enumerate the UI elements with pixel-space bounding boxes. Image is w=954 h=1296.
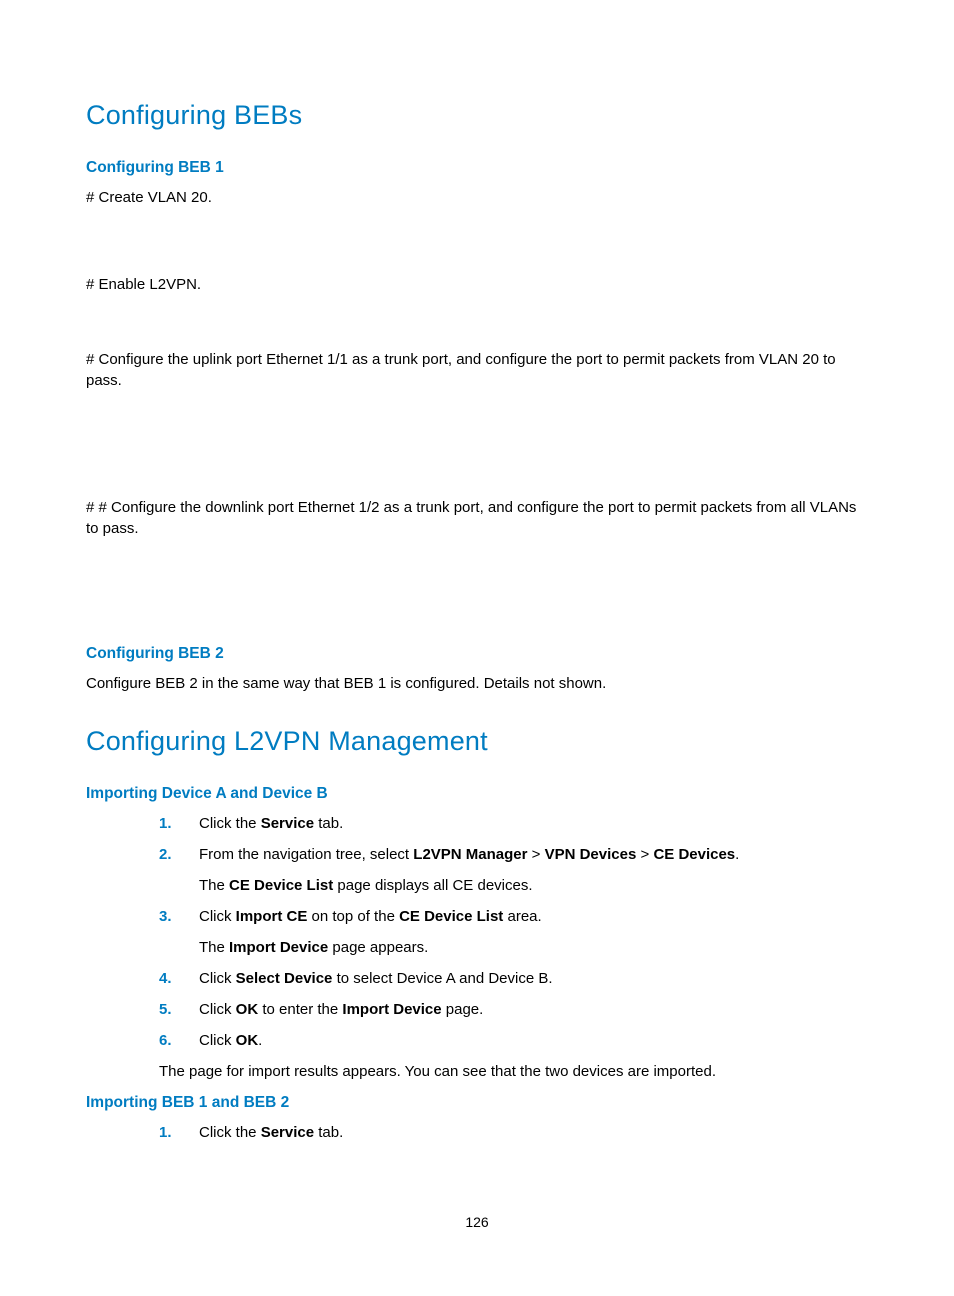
beb1-step-uplink: # Configure the uplink port Ethernet 1/1… [86, 349, 872, 391]
heading-configuring-beb1: Configuring BEB 1 [86, 159, 872, 177]
text: tab. [314, 1124, 343, 1141]
step-number: 1. [159, 1124, 199, 1141]
bold-text: Service [261, 1124, 314, 1141]
spacer [86, 399, 872, 497]
step2-sub: The CE Device List page displays all CE … [199, 875, 872, 896]
bold-text: L2VPN Manager [413, 846, 527, 863]
text: Click [199, 1001, 236, 1018]
text: to select Device A and Device B. [332, 970, 552, 987]
list-item: 6. Click OK. [159, 1030, 872, 1051]
step-text: Click OK. [199, 1030, 262, 1051]
steps-import-ab-cont2: 4. Click Select Device to select Device … [159, 968, 872, 1051]
step-number: 2. [159, 846, 199, 863]
step-number: 4. [159, 970, 199, 987]
list-item: 3. Click Import CE on top of the CE Devi… [159, 906, 872, 927]
text: page appears. [328, 939, 428, 956]
beb2-note: Configure BEB 2 in the same way that BEB… [86, 673, 872, 694]
bold-text: CE Devices [653, 846, 735, 863]
list-item: 4. Click Select Device to select Device … [159, 968, 872, 989]
step-text: Click the Service tab. [199, 1122, 343, 1143]
text: The [199, 877, 229, 894]
text: Click [199, 1032, 236, 1049]
text: . [735, 846, 739, 863]
steps-import-ab: 1. Click the Service tab. 2. From the na… [159, 813, 872, 865]
list-item: 1. Click the Service tab. [159, 1122, 872, 1143]
text: Click the [199, 1124, 261, 1141]
list-item: 1. Click the Service tab. [159, 813, 872, 834]
heading-configuring-beb2: Configuring BEB 2 [86, 645, 872, 663]
step-text: Click OK to enter the Import Device page… [199, 999, 483, 1020]
step-text: Click Import CE on top of the CE Device … [199, 906, 542, 927]
bold-text: Import CE [236, 908, 308, 925]
text: page. [442, 1001, 484, 1018]
spacer [86, 702, 872, 726]
text: tab. [314, 815, 343, 832]
step-text: Click the Service tab. [199, 813, 343, 834]
text: > [527, 846, 544, 863]
list-item: 5. Click OK to enter the Import Device p… [159, 999, 872, 1020]
step-text: From the navigation tree, select L2VPN M… [199, 844, 739, 865]
text: page displays all CE devices. [333, 877, 532, 894]
bold-text: OK [236, 1001, 259, 1018]
text: The [199, 939, 229, 956]
step3-sub: The Import Device page appears. [199, 937, 872, 958]
steps-import-ab-cont: 3. Click Import CE on top of the CE Devi… [159, 906, 872, 927]
text: to enter the [258, 1001, 342, 1018]
bold-text: Service [261, 815, 314, 832]
steps-import-beb: 1. Click the Service tab. [159, 1122, 872, 1143]
bold-text: Import Device [342, 1001, 441, 1018]
page-content: Configuring BEBs Configuring BEB 1 # Cre… [0, 0, 954, 1143]
beb1-step-downlink: # # Configure the downlink port Ethernet… [86, 497, 872, 539]
import-result-note: The page for import results appears. You… [159, 1061, 872, 1082]
text: on top of the [307, 908, 399, 925]
text: From the navigation tree, select [199, 846, 413, 863]
step-number: 1. [159, 815, 199, 832]
page-number: 126 [0, 1214, 954, 1230]
heading-configuring-l2vpn: Configuring L2VPN Management [86, 726, 872, 757]
text: Click [199, 908, 236, 925]
beb1-step-enable-l2vpn: # Enable L2VPN. [86, 274, 872, 295]
beb1-step-create-vlan: # Create VLAN 20. [86, 187, 872, 208]
bold-text: CE Device List [399, 908, 503, 925]
step-number: 6. [159, 1032, 199, 1049]
heading-importing-device-ab: Importing Device A and Device B [86, 785, 872, 803]
text: . [258, 1032, 262, 1049]
step-number: 5. [159, 1001, 199, 1018]
step-number: 3. [159, 908, 199, 925]
spacer [86, 303, 872, 349]
text: Click [199, 970, 236, 987]
heading-importing-beb12: Importing BEB 1 and BEB 2 [86, 1094, 872, 1112]
heading-configuring-bebs: Configuring BEBs [86, 100, 872, 131]
bold-text: VPN Devices [545, 846, 637, 863]
bold-text: Import Device [229, 939, 328, 956]
spacer [86, 216, 872, 274]
text: area. [503, 908, 541, 925]
text: > [636, 846, 653, 863]
bold-text: OK [236, 1032, 259, 1049]
spacer [86, 547, 872, 645]
text: Click the [199, 815, 261, 832]
bold-text: CE Device List [229, 877, 333, 894]
list-item: 2. From the navigation tree, select L2VP… [159, 844, 872, 865]
bold-text: Select Device [236, 970, 333, 987]
step-text: Click Select Device to select Device A a… [199, 968, 553, 989]
